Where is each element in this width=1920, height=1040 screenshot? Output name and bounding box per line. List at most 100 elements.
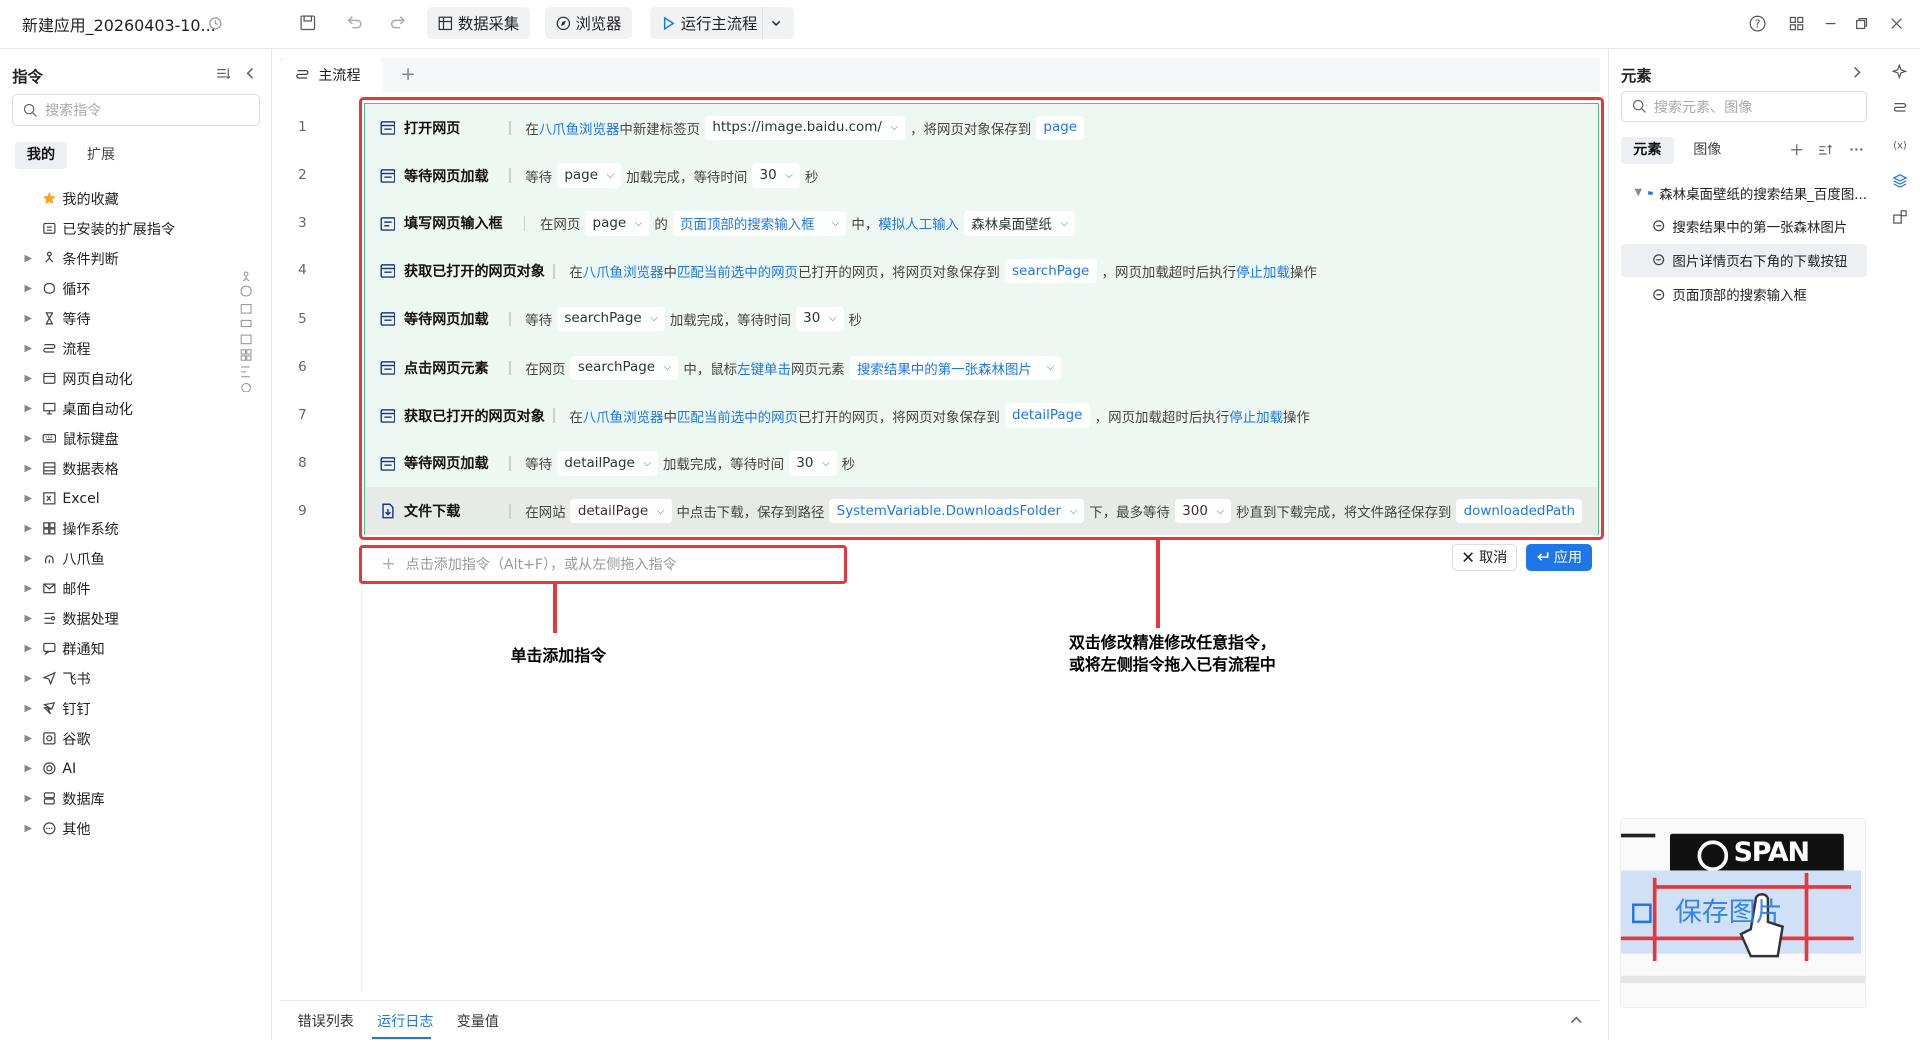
help-icon[interactable]: ? [1749,15,1766,32]
tree-label: 八爪鱼 [62,551,105,568]
apply-button[interactable]: 应用 [1525,543,1592,571]
compass-icon [556,16,570,30]
tree-item-dingtalk[interactable]: ▶ 钉钉 [0,694,245,724]
apps-grid-icon[interactable] [1788,15,1805,32]
cancel-button[interactable]: 取消 [1452,543,1518,571]
data-processing-icon [44,613,55,625]
tree-item-google[interactable]: ▶ 谷歌 [0,724,245,754]
tree-item-ai[interactable]: ▶ AI [0,754,245,784]
add-command-input[interactable]: + 点击添加指令（Alt+F），或从左侧拖入指令 [358,544,848,585]
tab-extensions[interactable]: 扩展 [75,142,128,169]
tree-item-data-processing[interactable]: ▶ 数据处理 [0,604,245,634]
save-icon[interactable] [298,13,318,33]
sort-icon[interactable] [1818,143,1833,156]
element-folder[interactable]: ▼ 森林桌面壁纸的搜索结果_百度图... [1621,176,1867,209]
collapse-all-icon[interactable] [216,66,231,81]
database-icon [43,792,55,805]
element-panel-title: 元素 [1621,66,1652,85]
caret-down-icon: ▼ [1634,187,1642,199]
run-main-flow-button[interactable]: 运行主流程 [650,7,769,40]
variable-icon[interactable]: (x) [1892,137,1908,153]
flow-icon [296,70,309,79]
tree-item-data-table[interactable]: ▶ 数据表格 [0,454,245,484]
tree-item-excel[interactable]: ▶ Excel [0,484,245,514]
element-search-input[interactable]: 搜索元素、图像 [1621,90,1868,123]
tree-item-database[interactable]: ▶ 数据库 [0,784,245,814]
tree-item-favorites[interactable]: 我的收藏 [0,184,245,214]
tab-mine[interactable]: 我的 [14,142,68,169]
tree-label: 循环 [62,281,91,298]
tree-item-octopus[interactable]: ▶ 八爪鱼 [0,544,245,574]
element-preview: SPAN 保存图片 [1620,817,1867,1008]
line-number: 5 [298,312,307,328]
enter-icon [1536,552,1548,561]
undo-icon[interactable] [345,13,365,33]
element-search-placeholder: 搜索元素、图像 [1653,99,1753,116]
tree-label: 已安装的扩展指令 [62,221,176,238]
monitor-icon [42,403,56,415]
chevron-up-icon[interactable] [1569,1014,1584,1026]
dingtalk-icon [42,702,55,715]
preview-badge: SPAN [1733,837,1810,869]
tree-item-desktop-automation[interactable]: ▶ 桌面自动化 [0,394,245,424]
ai-icon [42,762,56,775]
tree-item-condition[interactable]: ▶ 条件判断 [0,244,245,274]
redo-icon[interactable] [388,13,408,33]
command-panel-title: 指令 [12,67,43,86]
close-icon[interactable] [1888,15,1905,32]
command-search-input[interactable]: 搜索指令 [12,94,260,127]
tree-item-wait[interactable]: ▶ 等待 [0,304,245,334]
line-number: 3 [298,215,307,231]
highlight-flow-steps [358,96,1605,540]
tree-item-other[interactable]: ▶ 其他 [0,814,245,844]
tree-item-feishu[interactable]: ▶ 飞书 [0,664,245,694]
tree-item-mail[interactable]: ▶ 邮件 [0,574,245,604]
tree-item-os[interactable]: ▶ 操作系统 [0,514,245,544]
element-item[interactable]: 搜索结果中的第一张森林图片 [1621,209,1867,242]
collapse-panel-icon[interactable] [244,66,256,81]
element-item-selected[interactable]: 图片详情页右下角的下载按钮 [1621,243,1868,277]
element-item[interactable]: 页面顶部的搜索输入框 [1621,278,1867,311]
tree-item-group-notify[interactable]: ▶ 群通知 [0,634,245,664]
plus-icon: + [381,554,396,575]
tree-item-flow[interactable]: ▶ 流程 [0,334,245,364]
branch-icon[interactable] [240,269,252,393]
tree-item-web-automation[interactable]: ▶ 网页自动化 [0,364,245,394]
tab-variables[interactable]: 变量值 [457,1011,499,1031]
tab-main-flow[interactable]: 主流程 [280,57,384,92]
svg-text:?: ? [1754,17,1760,30]
add-element-icon[interactable] [1790,143,1803,156]
search-icon [23,103,37,117]
annotation-connector [553,584,558,634]
tree-label: 网页自动化 [62,371,133,388]
ai-sparkle-icon[interactable] [1891,63,1908,80]
add-command-placeholder: 点击添加指令（Alt+F），或从左侧拖入指令 [405,557,677,574]
flow-icon[interactable] [1892,100,1908,116]
hourglass-icon [45,312,53,325]
folder-icon [1648,191,1653,195]
tree-item-mouse-keyboard[interactable]: ▶ 鼠标键盘 [0,424,245,454]
minimize-icon[interactable] [1822,15,1839,32]
data-collect-button[interactable]: 数据采集 [427,7,531,40]
tab-images[interactable]: 图像 [1681,137,1734,164]
tab-run-log[interactable]: 运行日志 [377,1011,433,1031]
line-number: 9 [298,504,307,520]
chevron-right-icon[interactable] [1851,65,1863,80]
octopus-icon [44,555,54,564]
restore-icon[interactable] [1853,15,1870,32]
more-options-icon[interactable] [1849,147,1864,152]
app-window: 新建应用_20260403-10... 数据采集 浏览器 运行主流程 ? 指令 [0,0,1920,1040]
tree-label: Excel [62,490,100,507]
browser-button[interactable]: 浏览器 [544,7,633,40]
tree-item-installed-extensions[interactable]: 已安装的扩展指令 [0,214,245,244]
line-gutter [280,95,363,991]
tab-error-list[interactable]: 错误列表 [298,1011,354,1031]
layers-icon[interactable] [1892,173,1908,189]
run-dropdown-button[interactable] [761,7,795,40]
tab-elements[interactable]: 元素 [1621,137,1674,165]
add-tab-button[interactable]: + [400,64,415,85]
history-icon[interactable] [208,16,223,31]
tree-item-loop[interactable]: ▶ 循环 [0,274,245,304]
components-icon[interactable] [1892,209,1908,225]
active-tab-indicator [372,1036,431,1040]
